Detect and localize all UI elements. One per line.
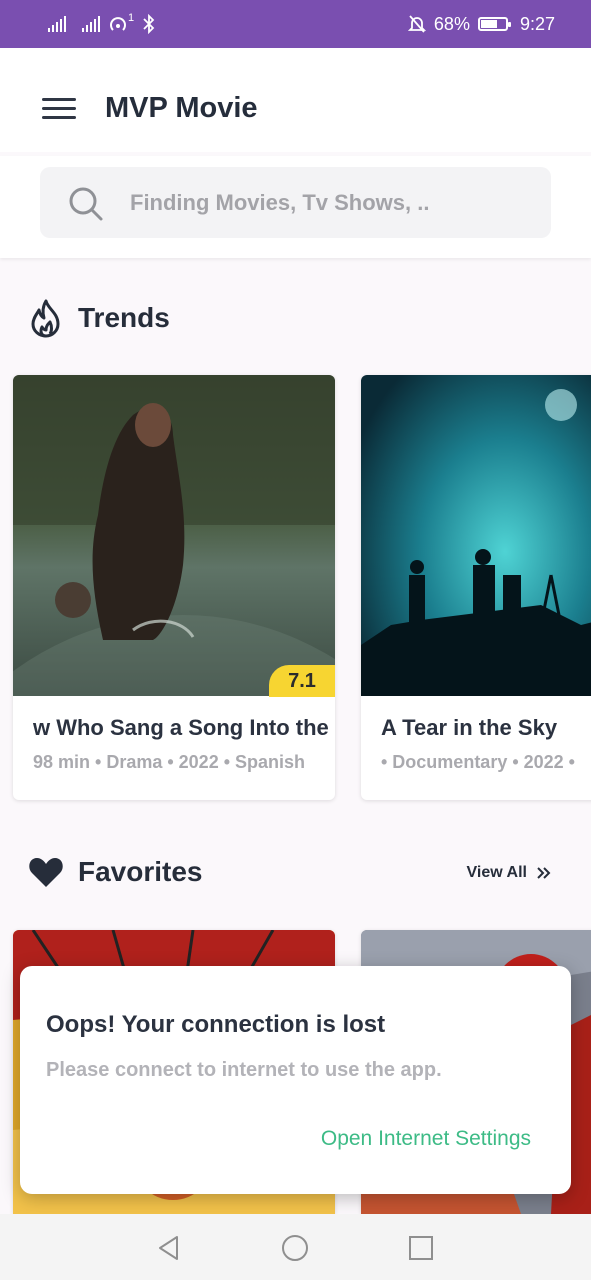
mute-icon xyxy=(407,15,426,33)
battery-percent: 68% xyxy=(433,13,470,34)
movie-title: A Tear in the Sky xyxy=(381,715,558,740)
view-all-link[interactable]: View All xyxy=(467,864,551,882)
search-input[interactable] xyxy=(130,167,530,238)
hotspot-icon xyxy=(110,17,126,31)
movie-card[interactable]: 7.1 w Who Sang a Song Into the 98 min • … xyxy=(13,375,335,800)
recents-icon[interactable] xyxy=(407,1234,435,1262)
movie-title: w Who Sang a Song Into the xyxy=(33,715,329,740)
signal-icon xyxy=(82,16,100,32)
trends-title: Trends xyxy=(78,302,170,333)
bluetooth-icon xyxy=(143,14,155,34)
dialog-title: Oops! Your connection is lost xyxy=(46,1011,386,1038)
status-bar: 1 68% 9:27 xyxy=(0,0,591,48)
dialog-message: Please connect to internet to use the ap… xyxy=(46,1059,442,1081)
chevron-double-right-icon xyxy=(537,867,551,879)
back-icon[interactable] xyxy=(155,1234,183,1262)
rating-badge: 7.1 xyxy=(269,665,335,697)
search-section xyxy=(0,156,591,258)
signal-icon xyxy=(48,16,66,32)
app-bar: MVP Movie xyxy=(0,48,591,152)
flame-icon xyxy=(31,299,60,338)
hamburger-menu-icon[interactable] xyxy=(42,98,76,122)
connection-lost-dialog: Oops! Your connection is lost Please con… xyxy=(20,966,571,1194)
heart-icon xyxy=(29,858,63,887)
sim-badge: 1 xyxy=(128,12,135,24)
status-right: 68% 9:27 xyxy=(407,13,555,35)
movie-card[interactable]: A Tear in the Sky • Documentary • 2022 • xyxy=(361,375,591,800)
app-title: MVP Movie xyxy=(105,92,258,124)
movie-poster xyxy=(13,375,335,696)
favorites-header: Favorites xyxy=(28,855,203,889)
clock: 9:27 xyxy=(519,13,555,34)
open-internet-settings-button[interactable]: Open Internet Settings xyxy=(321,1127,531,1151)
battery-icon xyxy=(477,17,511,31)
search-icon[interactable] xyxy=(68,186,104,222)
system-nav-bar xyxy=(0,1214,591,1280)
home-icon[interactable] xyxy=(281,1234,309,1262)
trends-header: Trends xyxy=(28,298,170,338)
view-all-label: View All xyxy=(466,864,527,881)
search-bar[interactable] xyxy=(40,167,551,238)
movie-meta: 98 min • Drama • 2022 • Spanish xyxy=(33,752,306,772)
favorites-title: Favorites xyxy=(78,856,203,887)
movie-meta: • Documentary • 2022 • xyxy=(381,752,575,772)
status-left: 1 xyxy=(48,12,156,34)
movie-poster xyxy=(361,375,591,696)
